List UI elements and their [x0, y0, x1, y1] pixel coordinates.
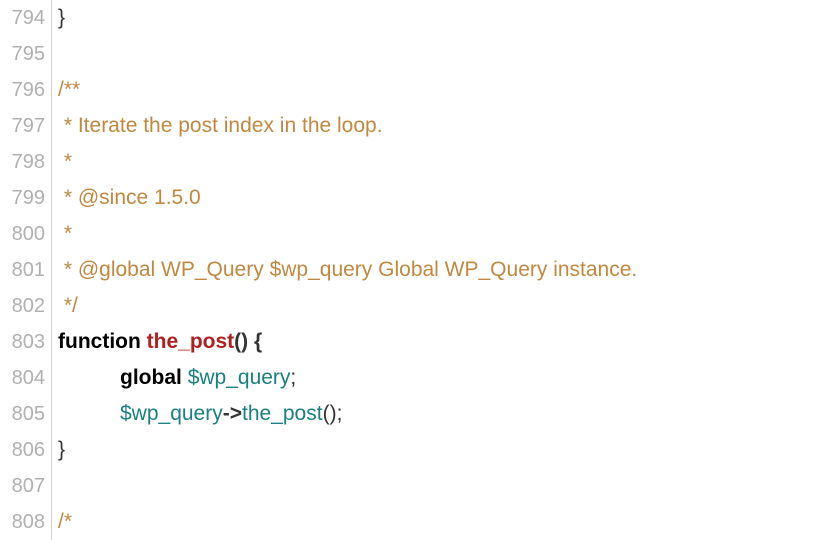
line-number: 808 — [0, 504, 52, 540]
token-func-name: the_post — [147, 330, 235, 353]
code-content[interactable]: * — [52, 222, 72, 246]
code-line[interactable]: 799 * @since 1.5.0 — [0, 180, 825, 216]
line-number: 799 — [0, 180, 52, 216]
token-comment: /* — [58, 510, 72, 533]
code-line[interactable]: 803function the_post() { — [0, 324, 825, 360]
code-line[interactable]: 808 /* — [0, 504, 825, 540]
line-number: 801 — [0, 252, 52, 288]
token-punct: } — [58, 438, 65, 461]
line-number: 805 — [0, 396, 52, 432]
token-bold-punct: () { — [234, 330, 262, 353]
token-keyword: function — [58, 330, 141, 353]
code-content[interactable]: } — [52, 6, 65, 30]
code-line[interactable]: 796 /** — [0, 72, 825, 108]
code-content[interactable]: } — [52, 438, 65, 462]
code-line[interactable]: 795 — [0, 36, 825, 72]
line-number: 802 — [0, 288, 52, 324]
token-comment: /** — [58, 78, 80, 101]
line-number: 797 — [0, 108, 52, 144]
token-comment: * Iterate the post index in the loop. — [58, 114, 383, 137]
code-line[interactable]: 801 * @global WP_Query $wp_query Global … — [0, 252, 825, 288]
code-content[interactable]: * @global WP_Query $wp_query Global WP_Q… — [52, 258, 637, 282]
line-number: 804 — [0, 360, 52, 396]
code-line[interactable]: 797 * Iterate the post index in the loop… — [0, 108, 825, 144]
token-punct: } — [58, 6, 65, 29]
token-bold-punct: -> — [223, 402, 242, 425]
code-editor[interactable]: 794}795796/**797 * Iterate the post inde… — [0, 0, 825, 540]
token-keyword: global — [120, 366, 182, 389]
token-punct: ; — [290, 366, 296, 389]
line-number: 806 — [0, 432, 52, 468]
code-line[interactable]: 800 * — [0, 216, 825, 252]
code-content[interactable]: function the_post() { — [52, 330, 262, 354]
token-punct: (); — [323, 402, 343, 425]
token-comment: * @global WP_Query $wp_query Global WP_Q… — [58, 258, 637, 281]
line-number: 794 — [0, 0, 52, 36]
code-line[interactable]: 802 */ — [0, 288, 825, 324]
token-variable: $wp_query — [188, 366, 291, 389]
code-line[interactable]: 804global $wp_query; — [0, 360, 825, 396]
code-content[interactable]: global $wp_query; — [52, 366, 296, 390]
code-content[interactable]: * Iterate the post index in the loop. — [52, 114, 383, 138]
code-content[interactable]: */ — [52, 294, 78, 318]
token-method: the_post — [242, 402, 323, 425]
code-line[interactable]: 807 — [0, 468, 825, 504]
line-number: 800 — [0, 216, 52, 252]
code-line[interactable]: 798 * — [0, 144, 825, 180]
code-content[interactable]: /** — [52, 78, 80, 102]
line-number: 798 — [0, 144, 52, 180]
code-line[interactable]: 806} — [0, 432, 825, 468]
code-content[interactable]: $wp_query->the_post(); — [52, 402, 342, 426]
line-number: 803 — [0, 324, 52, 360]
line-number: 807 — [0, 468, 52, 504]
token-comment: * — [58, 150, 72, 173]
code-content[interactable]: /* — [52, 510, 72, 534]
code-line[interactable]: 805$wp_query->the_post(); — [0, 396, 825, 432]
code-content[interactable]: * — [52, 150, 72, 174]
token-variable: $wp_query — [120, 402, 223, 425]
code-line[interactable]: 794} — [0, 0, 825, 36]
token-comment: * @since 1.5.0 — [58, 186, 201, 209]
code-content[interactable]: * @since 1.5.0 — [52, 186, 201, 210]
line-number: 796 — [0, 72, 52, 108]
token-comment: */ — [58, 294, 78, 317]
line-number: 795 — [0, 36, 52, 72]
token-comment: * — [58, 222, 72, 245]
